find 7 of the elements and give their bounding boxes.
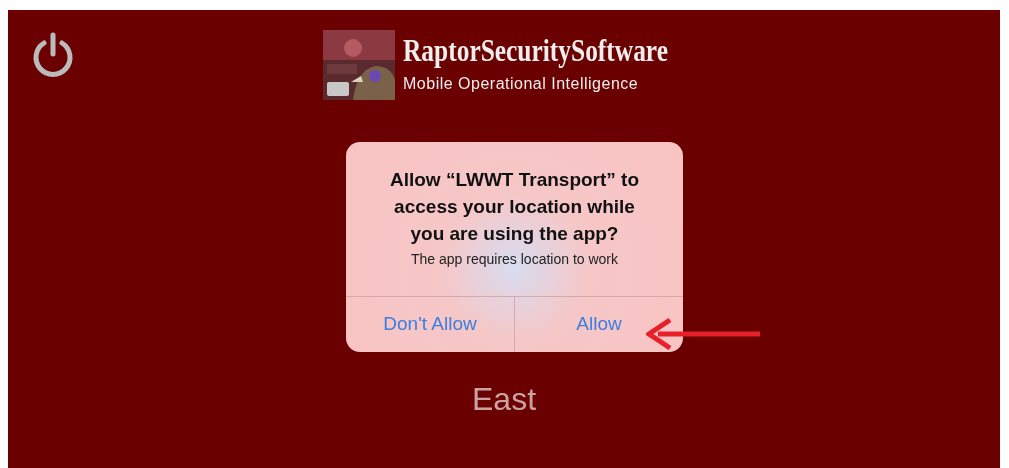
dialog-message: The app requires location to work [411,250,618,269]
app-subtitle: Mobile Operational Intelligence [403,73,639,94]
dialog-button[interactable]: Don't Allow [346,297,514,352]
app-title: RaptorSecuritySoftware [403,34,668,66]
region-label: East [472,380,536,419]
dialog-button[interactable]: Allow [514,297,683,352]
dialog-title: Allow “LWWT Transport” to access your location while you are using the app? [388,168,641,246]
